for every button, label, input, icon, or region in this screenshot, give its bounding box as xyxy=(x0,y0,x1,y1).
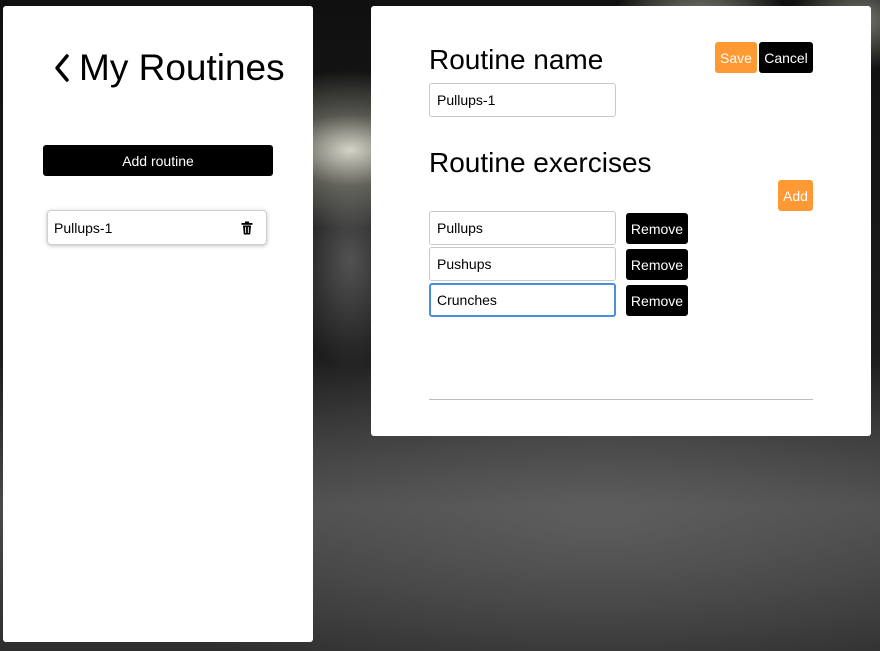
remove-exercise-button[interactable]: Remove xyxy=(626,249,688,280)
remove-exercise-button[interactable]: Remove xyxy=(626,285,688,316)
routines-sidebar: My Routines Add routine Pullups-1 xyxy=(3,6,313,642)
chevron-left-icon[interactable] xyxy=(51,48,73,88)
routine-list-item[interactable]: Pullups-1 xyxy=(47,210,267,245)
routine-name-input[interactable] xyxy=(429,83,616,117)
save-button[interactable]: Save xyxy=(715,42,757,73)
add-exercise-button[interactable]: Add xyxy=(778,180,813,211)
exercise-input[interactable] xyxy=(429,211,616,245)
remove-exercise-button[interactable]: Remove xyxy=(626,213,688,244)
exercise-input[interactable] xyxy=(429,283,616,317)
cancel-button[interactable]: Cancel xyxy=(759,42,813,73)
add-routine-button[interactable]: Add routine xyxy=(43,145,273,176)
exercise-input[interactable] xyxy=(429,247,616,281)
sidebar-header: My Routines xyxy=(51,48,285,88)
routine-name-heading: Routine name xyxy=(429,44,604,75)
divider xyxy=(429,399,813,400)
routine-exercises-heading: Routine exercises xyxy=(429,147,652,178)
routine-item-label: Pullups-1 xyxy=(54,219,113,236)
trash-icon[interactable] xyxy=(240,221,254,235)
page-title: My Routines xyxy=(79,47,285,88)
routine-editor-panel: Routine name Save Cancel Routine exercis… xyxy=(371,6,871,436)
